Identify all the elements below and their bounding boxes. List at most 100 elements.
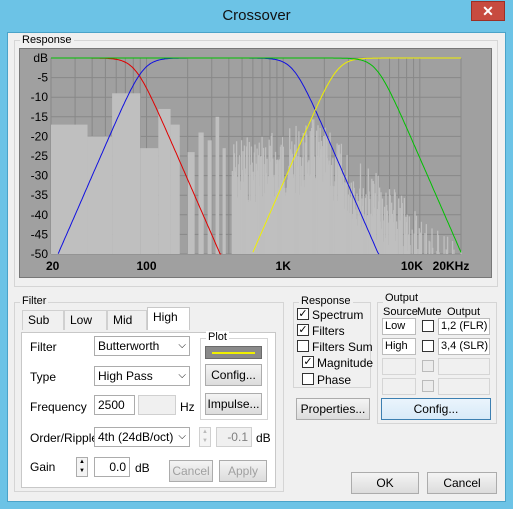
response-plot: dB -5 -10 -15 -20 -25 -30 -35 -40 -45 -50 20 100 1K 10… [19,48,492,278]
output-channel-empty-3 [438,358,490,375]
mute-checkbox-empty-3 [422,360,434,372]
x-tick-label: 20 [46,259,60,273]
spectrum-label: Spectrum [312,308,364,322]
plot-config-button[interactable]: Config... [205,364,262,386]
spectrum-bar [215,116,220,254]
spectrum-line [453,249,455,254]
frequency-aux-field [138,395,176,415]
window-title: Crossover [222,7,291,24]
y-tick-label: -40 [31,208,49,222]
gain-label: Gain [30,460,56,474]
plot-color-swatch[interactable] [205,346,262,359]
spectrum-checkbox[interactable]: ✓ [297,308,309,320]
spectrum-line [417,248,419,254]
frequency-unit: Hz [180,400,195,414]
output-source-empty-3 [382,358,416,375]
x-tick-label: 1K [276,259,292,273]
close-button[interactable]: ✕ [471,1,505,21]
cancel-button[interactable]: Cancel [427,472,497,494]
spectrum-line [424,233,426,254]
spectrum-bar [198,132,204,254]
order-ripple-label: Order/Ripple [30,431,99,445]
pass-type-select[interactable]: High Pass ⌵ [94,366,190,386]
order-value: 4th (24dB/oct) [98,430,174,444]
spectrum-bar [51,124,88,254]
spectrum-bars [51,93,462,255]
spectrum-line [420,221,423,254]
magnitude-checkbox[interactable]: ✓ [302,356,314,368]
x-tick-label: 20KHz [433,259,470,273]
y-tick-label: -15 [31,110,49,124]
spectrum-line [437,235,440,254]
pass-type-label: Type [30,370,57,384]
order-select[interactable]: 4th (24dB/oct) ⌵ [94,427,190,447]
filters-sum-label: Filters Sum [312,340,373,354]
source-header: Source [383,306,418,318]
y-tick-label: -5 [37,71,48,85]
output-source-high[interactable]: High [382,338,416,355]
ripple-unit: dB [256,431,271,445]
output-header: Output [447,306,481,318]
response-options-label: Response [299,295,353,307]
filter-cancel-button[interactable]: Cancel [169,460,213,482]
spectrum-line [451,241,454,254]
output-group-label: Output [383,292,421,304]
response-plot-canvas: dB-5-10-15-20-25-30-35-40-45-5020 100 1K 10… [31,51,470,273]
apply-button[interactable]: Apply [219,460,267,482]
spectrum-line [438,252,440,254]
frequency-input[interactable]: 2500 [94,395,135,415]
spectrum-bar [187,152,195,254]
output-source-empty-4 [382,378,416,395]
chevron-down-icon: ⌵ [178,340,186,351]
filters-checkbox[interactable]: ✓ [297,324,309,336]
ok-button[interactable]: OK [351,472,419,494]
y-tick-label: -30 [31,169,49,183]
magnitude-label: Magnitude [317,356,374,370]
gain-spinner[interactable]: ▲ ▼ [76,457,88,477]
spectrum-line [396,228,398,254]
mute-checkbox-low[interactable] [422,320,434,332]
phase-checkbox[interactable] [302,373,314,385]
plot-color-line [212,352,255,354]
plot-group-label: Plot [206,331,229,343]
output-channel-low[interactable]: 1,2 (FLR) [438,318,490,335]
mute-checkbox-high[interactable] [422,340,434,352]
chevron-down-icon: ⌵ [178,370,186,381]
gain-input[interactable]: 0.0 [94,457,130,477]
spectrum-line [432,247,434,254]
tab-low[interactable]: Low [64,310,107,330]
y-tick-label: dB [33,51,48,65]
filters-sum-checkbox[interactable] [297,340,309,352]
tab-high[interactable]: High [147,307,190,330]
x-tick-label: 100 [137,259,157,273]
y-tick-label: -45 [31,227,49,241]
spectrum-line [446,236,449,254]
chevron-down-icon: ⌵ [178,431,186,442]
properties-button[interactable]: Properties... [296,398,370,420]
y-tick-label: -35 [31,188,49,202]
x-tick-label: 10K [401,259,423,273]
pass-type-value: High Pass [98,369,153,383]
spectrum-line [402,246,404,254]
tab-mid[interactable]: Mid [107,310,147,330]
y-tick-label: -20 [31,129,49,143]
spectrum-line [443,236,445,254]
output-config-button[interactable]: Config... [381,398,491,420]
impulse-button[interactable]: Impulse... [205,393,262,415]
mute-header: Mute [417,306,442,318]
spectrum-bar [140,148,159,254]
output-source-low[interactable]: Low [382,318,416,335]
phase-label: Phase [317,373,352,387]
tab-sub[interactable]: Sub [22,310,64,330]
mute-checkbox-empty-4 [422,380,434,392]
spectrum-line [411,229,413,254]
spectrum-bar [87,136,113,254]
filter-type-label: Filter [30,340,57,354]
filters-label: Filters [312,324,345,338]
spectrum-bar [207,140,212,254]
spectrum-line [429,241,431,254]
filter-type-select[interactable]: Butterworth ⌵ [94,336,190,356]
output-channel-high[interactable]: 3,4 (SLR) [438,338,490,355]
spectrum-line [409,245,411,254]
gain-unit: dB [135,461,150,475]
